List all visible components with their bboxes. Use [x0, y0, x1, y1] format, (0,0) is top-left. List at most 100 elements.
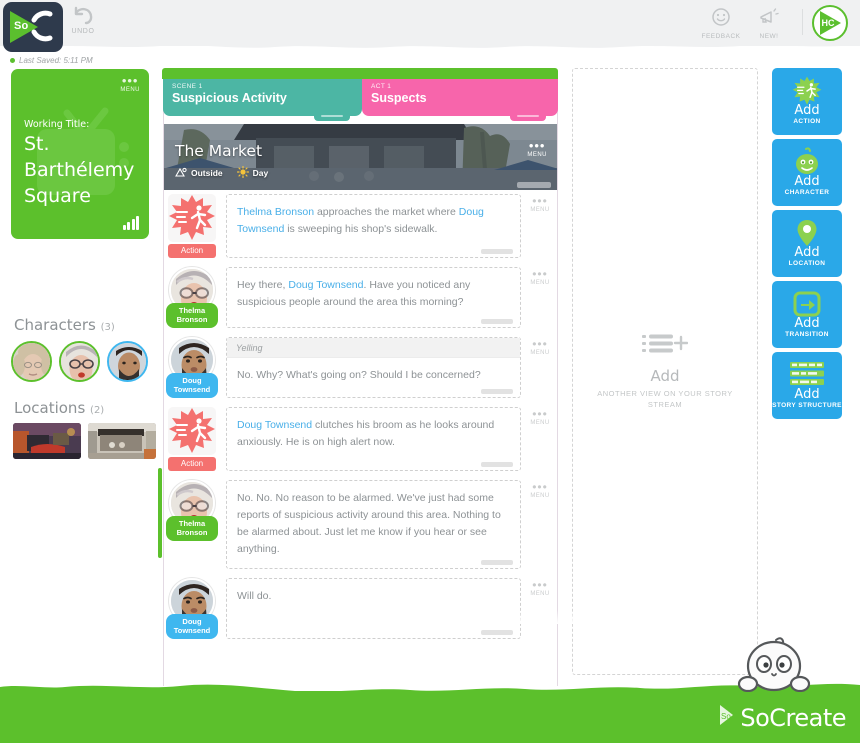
location-menu-dots-icon: ••• — [528, 138, 546, 153]
add-label: Add — [794, 244, 820, 260]
project-menu-button[interactable]: ••• MENU — [120, 73, 140, 93]
project-stats-icon — [122, 216, 139, 230]
sidebar-character-2[interactable] — [59, 341, 100, 382]
locations-count: (2) — [90, 405, 105, 416]
card-menu-button[interactable]: ••• MENU — [523, 578, 557, 597]
card-resize-handle[interactable] — [481, 249, 513, 254]
dialogue-card[interactable]: Doug Townsend Yelling No. Why? What's going… — [164, 337, 557, 398]
undo-button[interactable]: UNDO — [62, 4, 104, 44]
dialogue-card[interactable]: Thelma Bronson Hey there, Doug Townsend. H… — [164, 267, 557, 328]
footer-logo-mark-icon: So — [713, 702, 739, 733]
card-menu-button[interactable]: ••• MENU — [523, 195, 557, 213]
card-menu-dots-icon: ••• — [532, 578, 548, 592]
tab-scene-kicker: SCENE 1 — [172, 83, 203, 90]
sidebar-location-2[interactable] — [88, 423, 156, 459]
add-view-panel[interactable]: Add ANOTHER VIEW ON YOUR STORY STREAM — [572, 68, 758, 675]
location-banner[interactable]: The Market Outside Day ••• MENU — [164, 124, 557, 190]
story-stream-panel: SCENE 1 Suspicious Activity ACT 1 Suspec… — [158, 68, 714, 686]
card-resize-handle[interactable] — [481, 462, 513, 467]
card-text[interactable]: Hey there, Doug Townsend. Have you notic… — [227, 268, 520, 321]
card-text-run: approaches the market where — [314, 206, 459, 218]
dialogue-card[interactable]: Doug Townsend Will do. ••• MENU — [164, 578, 557, 639]
card-body[interactable]: Thelma Bronson approaches the market whe… — [226, 194, 521, 258]
card-menu-button[interactable]: ••• MENU — [523, 338, 557, 356]
card-text[interactable]: Thelma Bronson approaches the market whe… — [227, 195, 520, 248]
add-view-title: Add — [650, 367, 680, 385]
sidebar-character-1[interactable] — [11, 341, 52, 382]
socreate-app: So UNDO FEEDBACK NEW! HC Last Saved: 5:1… — [0, 0, 860, 743]
stream-top-bar — [162, 68, 558, 79]
add-action-button[interactable]: Add ACTION — [772, 68, 842, 135]
card-menu-label: MENU — [530, 207, 550, 213]
card-text[interactable]: No. Why? What's going on? Should I be co… — [227, 358, 520, 394]
character-photo — [13, 343, 50, 380]
project-menu-dots-icon: ••• — [121, 73, 139, 88]
location-menu-label: MENU — [527, 152, 547, 158]
news-button[interactable]: NEW! — [745, 4, 793, 40]
project-menu-label: MENU — [120, 87, 140, 93]
character-mention[interactable]: Doug Townsend — [237, 419, 312, 431]
location-setting-text: Outside — [191, 168, 223, 178]
locations-heading-text: Locations — [14, 399, 86, 417]
card-resize-handle[interactable] — [481, 560, 513, 565]
sidebar-location-1[interactable] — [13, 423, 81, 459]
card-text-run: is sweeping his shop's sidewalk. — [284, 223, 438, 235]
socreate-logo[interactable]: So — [3, 2, 63, 52]
card-resize-handle[interactable] — [481, 630, 513, 635]
add-kind-label: ACTION — [793, 117, 821, 125]
card-menu-button[interactable]: ••• MENU — [523, 481, 557, 499]
feedback-button[interactable]: FEEDBACK — [697, 4, 745, 40]
card-menu-label: MENU — [530, 280, 550, 286]
card-menu-dots-icon: ••• — [532, 407, 548, 421]
location-menu-button[interactable]: ••• MENU — [527, 138, 547, 158]
sidebar-character-3[interactable] — [107, 341, 148, 382]
tab-act[interactable]: ACT 1 Suspects — [362, 79, 558, 121]
action-starburst-icon — [168, 194, 216, 242]
card-resize-handle[interactable] — [481, 389, 513, 394]
tab-scene-handle[interactable] — [314, 112, 350, 121]
user-avatar[interactable]: HC — [812, 5, 848, 41]
add-label: Add — [794, 173, 820, 189]
feedback-label: FEEDBACK — [701, 33, 741, 40]
tab-act-handle[interactable] — [510, 112, 546, 121]
character-mention[interactable]: Thelma Bronson — [237, 206, 314, 218]
card-text-run: Hey there, — [237, 279, 289, 291]
character-mention[interactable]: Doug Townsend — [288, 279, 363, 291]
stream-scrollbar[interactable] — [158, 468, 162, 558]
add-story-structure-button[interactable]: Add STORY STRUCTURE — [772, 352, 842, 419]
add-transition-button[interactable]: Add TRANSITION — [772, 281, 842, 348]
card-left-column: Doug Townsend — [164, 578, 220, 639]
top-header: So UNDO FEEDBACK NEW! HC — [0, 0, 860, 52]
story-structure-icon — [790, 361, 824, 387]
card-body[interactable]: Hey there, Doug Townsend. Have you notic… — [226, 267, 521, 328]
tab-scene[interactable]: SCENE 1 Suspicious Activity — [163, 79, 362, 121]
news-label: NEW! — [759, 33, 779, 40]
action-card[interactable]: Action Thelma Bronson approaches the mark… — [164, 194, 557, 258]
logo-so-text: So — [14, 20, 29, 32]
action-card[interactable]: Action Doug Townsend clutches his broom a… — [164, 407, 557, 471]
working-title-label: Working Title: — [24, 119, 90, 130]
add-location-button[interactable]: Add LOCATION — [772, 210, 842, 277]
card-text[interactable]: Doug Townsend clutches his broom as he l… — [227, 408, 520, 461]
card-left-column: Action — [164, 407, 220, 471]
add-character-button[interactable]: Add CHARACTER — [772, 139, 842, 206]
location-thumbnail — [13, 423, 81, 459]
card-menu-button[interactable]: ••• MENU — [523, 407, 557, 426]
location-resize-handle[interactable] — [517, 182, 551, 188]
location-setting: Outside — [175, 167, 223, 179]
project-card[interactable]: ••• MENU Working Title: St. Barthélemy S… — [11, 69, 149, 239]
dialogue-card[interactable]: Thelma Bronson No. No. No reason to be ala… — [164, 480, 557, 569]
card-resize-handle[interactable] — [481, 319, 513, 324]
card-menu-button[interactable]: ••• MENU — [523, 268, 557, 286]
logo-c-arc-icon — [28, 9, 56, 48]
card-text[interactable]: No. No. No reason to be alarmed. We've j… — [227, 481, 520, 568]
card-body[interactable]: Yelling No. Why? What's going on? Should … — [226, 337, 521, 398]
card-parenthetical[interactable]: Yelling — [227, 338, 520, 358]
card-body[interactable]: Will do. — [226, 578, 521, 639]
mascot-character-icon — [736, 636, 812, 697]
location-thumbnail — [88, 423, 156, 459]
card-body[interactable]: No. No. No reason to be alarmed. We've j… — [226, 480, 521, 569]
card-body[interactable]: Doug Townsend clutches his broom as he l… — [226, 407, 521, 471]
header-divider — [802, 9, 803, 35]
locations-list — [13, 423, 156, 459]
